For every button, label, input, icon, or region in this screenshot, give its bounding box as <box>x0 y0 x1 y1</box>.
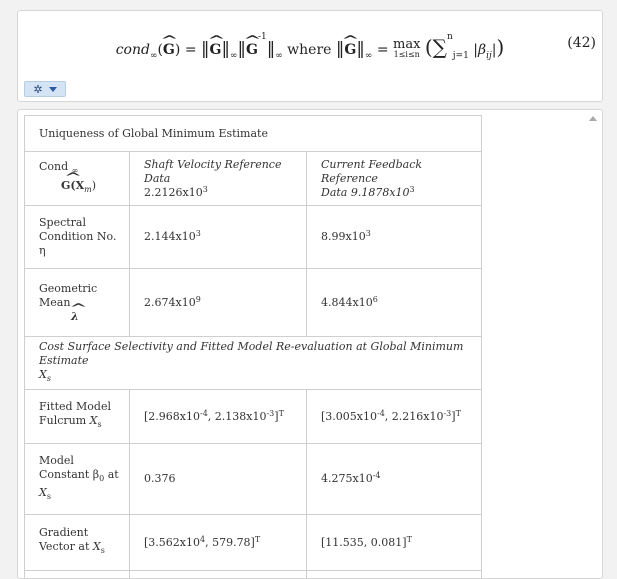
constant-value-current: 4.275x10-4 <box>307 444 482 515</box>
equation-panel: cond∞(G) = ‖G‖∞‖G-1‖∞ where ‖G‖∞ = max 1… <box>17 10 603 102</box>
table-row-geometric: Geometric Mean λ 2.674x109 4.844x106 <box>25 269 482 337</box>
where-text: where <box>287 42 331 58</box>
table-row-spectral: Spectral Condition No. η 2.144x103 8.99x… <box>25 206 482 269</box>
fulcrum-value-current: [3.005x10-4, 2.216x10-3]T <box>307 390 482 444</box>
chevron-down-icon <box>49 87 57 92</box>
sum-upper: n <box>447 32 453 42</box>
section2-caption-row: Cost Surface Selectivity and Fitted Mode… <box>25 337 482 390</box>
max-operator: max 1≤i≤n <box>393 40 420 60</box>
math-menu-button[interactable]: ✲ <box>24 81 66 97</box>
g-hat-symbol: G <box>344 42 356 58</box>
section2-caption: Cost Surface Selectivity and Fitted Mode… <box>25 337 482 390</box>
table-row-constant: Model Constant β0 at Xs 0.376 4.275x10-4 <box>25 444 482 515</box>
gradient-value-shaft: [3.562x104, 579.78]T <box>130 515 307 571</box>
scroll-up-icon[interactable] <box>589 116 597 121</box>
table-caption-row: Uniqueness of Global Minimum Estimate <box>25 116 482 152</box>
cond-header-cell: Cond ∞ G(Xm) <box>25 152 130 206</box>
fulcrum-label: Fitted Model Fulcrum Xs <box>25 390 130 444</box>
table-row-fulcrum: Fitted Model Fulcrum Xs [2.968x10-4, 2.1… <box>25 390 482 444</box>
norm-subscript: ∞ <box>275 51 283 61</box>
geometric-value-current: 4.844x106 <box>307 269 482 337</box>
cond-text: cond <box>116 42 150 58</box>
table-row-partial <box>25 571 482 579</box>
constant-label: Model Constant β0 at Xs <box>25 444 130 515</box>
spectral-label: Spectral Condition No. η <box>25 206 130 269</box>
geometric-label: Geometric Mean λ <box>25 269 130 337</box>
gear-icon: ✲ <box>33 83 42 96</box>
geometric-value-shaft: 2.674x109 <box>130 269 307 337</box>
gradient-label: Gradient Vector at Xs <box>25 515 130 571</box>
max-text: max <box>393 40 420 50</box>
gradient-value-current: [11.535, 0.081]T <box>307 515 482 571</box>
condition-number-equation: cond∞(G) = ‖G‖∞‖G-1‖∞ where ‖G‖∞ = max 1… <box>18 35 602 61</box>
norm-subscript: ∞ <box>365 51 373 61</box>
max-range: 1≤i≤n <box>393 50 420 60</box>
scrollbar[interactable] <box>584 110 602 578</box>
table-caption: Uniqueness of Global Minimum Estimate <box>25 116 482 152</box>
fulcrum-value-shaft: [2.968x10-4, 2.138x10-3]T <box>130 390 307 444</box>
results-table: Uniqueness of Global Minimum Estimate Co… <box>24 115 482 579</box>
header-current-feedback: Current Feedback Reference Data 9.1878x1… <box>307 152 482 206</box>
table-header-row: Cond ∞ G(Xm) Shaft Velocity Reference Da… <box>25 152 482 206</box>
spectral-value-shaft: 2.144x103 <box>130 206 307 269</box>
table-row-gradient: Gradient Vector at Xs [3.562x104, 579.78… <box>25 515 482 571</box>
g-hat-symbol: G <box>210 42 222 58</box>
lambda-hat-symbol: λ <box>71 310 79 324</box>
table-panel: Uniqueness of Global Minimum Estimate Co… <box>17 109 603 579</box>
cond-g-symbol: G(X <box>61 179 84 193</box>
g-hat-symbol: G <box>246 42 258 58</box>
constant-value-shaft: 0.376 <box>130 444 307 515</box>
spectral-value-current: 8.99x103 <box>307 206 482 269</box>
cond-m-subscript: m <box>84 185 92 194</box>
header-shaft-velocity: Shaft Velocity Reference Data 2.2126x103 <box>130 152 307 206</box>
equation-number: (42) <box>567 35 596 51</box>
sum-lower: j=1 <box>453 51 469 61</box>
beta-symbol: β <box>478 42 486 58</box>
g-hat-symbol: G <box>163 42 175 58</box>
